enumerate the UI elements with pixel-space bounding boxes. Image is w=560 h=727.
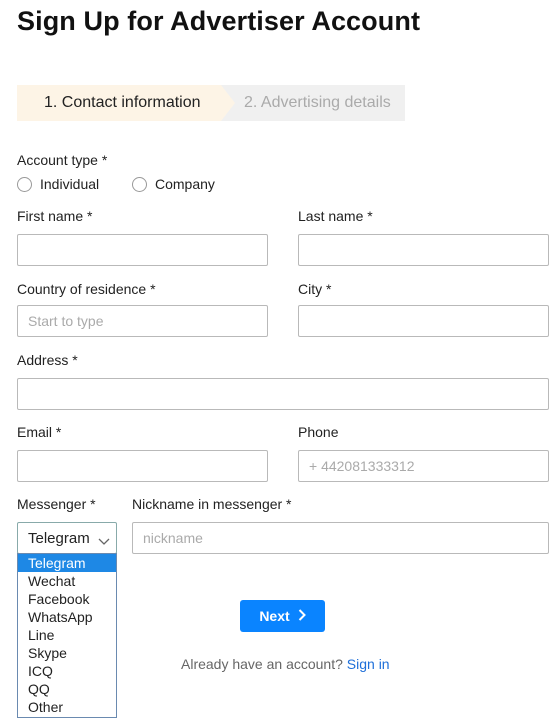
- page-title: Sign Up for Advertiser Account: [17, 6, 421, 36]
- nickname-input[interactable]: [132, 522, 549, 554]
- step-label: 2. Advertising details: [244, 94, 391, 111]
- country-input[interactable]: [17, 305, 268, 337]
- messenger-option-icq[interactable]: ICQ: [18, 662, 116, 680]
- account-type-label: Account type *: [17, 152, 108, 168]
- address-input[interactable]: [17, 378, 549, 410]
- radio-individual[interactable]: Individual: [17, 176, 99, 192]
- stepper: 1. Contact information 2. Advertising de…: [17, 85, 405, 121]
- city-input[interactable]: [298, 305, 549, 337]
- step-contact-information[interactable]: 1. Contact information: [17, 85, 235, 121]
- chevron-down-icon: [98, 533, 110, 551]
- radio-label: Company: [155, 176, 215, 192]
- country-label: Country of residence *: [17, 281, 156, 297]
- first-name-input[interactable]: [17, 234, 268, 266]
- phone-input[interactable]: [298, 450, 549, 482]
- radio-circle[interactable]: [132, 176, 147, 192]
- phone-label: Phone: [298, 424, 339, 440]
- nickname-label: Nickname in messenger *: [132, 496, 292, 512]
- next-button[interactable]: Next: [240, 600, 325, 632]
- next-button-label: Next: [259, 608, 290, 624]
- messenger-option-wechat[interactable]: Wechat: [18, 572, 116, 590]
- signin-link[interactable]: Sign in: [347, 656, 390, 672]
- first-name-label: First name *: [17, 208, 93, 224]
- messenger-label: Messenger *: [17, 496, 96, 512]
- address-label: Address *: [17, 352, 78, 368]
- messenger-select[interactable]: Telegram: [17, 522, 117, 554]
- last-name-label: Last name *: [298, 208, 373, 224]
- messenger-option-line[interactable]: Line: [18, 626, 116, 644]
- messenger-selected-value: Telegram: [28, 530, 90, 547]
- messenger-option-other[interactable]: Other: [18, 698, 116, 716]
- radio-label: Individual: [40, 176, 100, 192]
- chevron-right-icon: [298, 608, 306, 624]
- step-label: 1. Contact information: [44, 94, 201, 111]
- messenger-option-telegram[interactable]: Telegram: [18, 554, 116, 572]
- messenger-option-facebook[interactable]: Facebook: [18, 590, 116, 608]
- radio-circle[interactable]: [17, 176, 32, 192]
- messenger-option-whatsapp[interactable]: WhatsApp: [18, 608, 116, 626]
- city-label: City *: [298, 281, 332, 297]
- email-input[interactable]: [17, 450, 268, 482]
- radio-company[interactable]: Company: [132, 176, 215, 192]
- messenger-dropdown-list: Telegram Wechat Facebook WhatsApp Line S…: [17, 553, 117, 718]
- signin-prompt-text: Already have an account?: [181, 656, 343, 672]
- last-name-input[interactable]: [298, 234, 549, 266]
- messenger-option-skype[interactable]: Skype: [18, 644, 116, 662]
- signin-prompt: Already have an account? Sign in: [181, 656, 390, 672]
- email-label: Email *: [17, 424, 62, 440]
- messenger-option-qq[interactable]: QQ: [18, 680, 116, 698]
